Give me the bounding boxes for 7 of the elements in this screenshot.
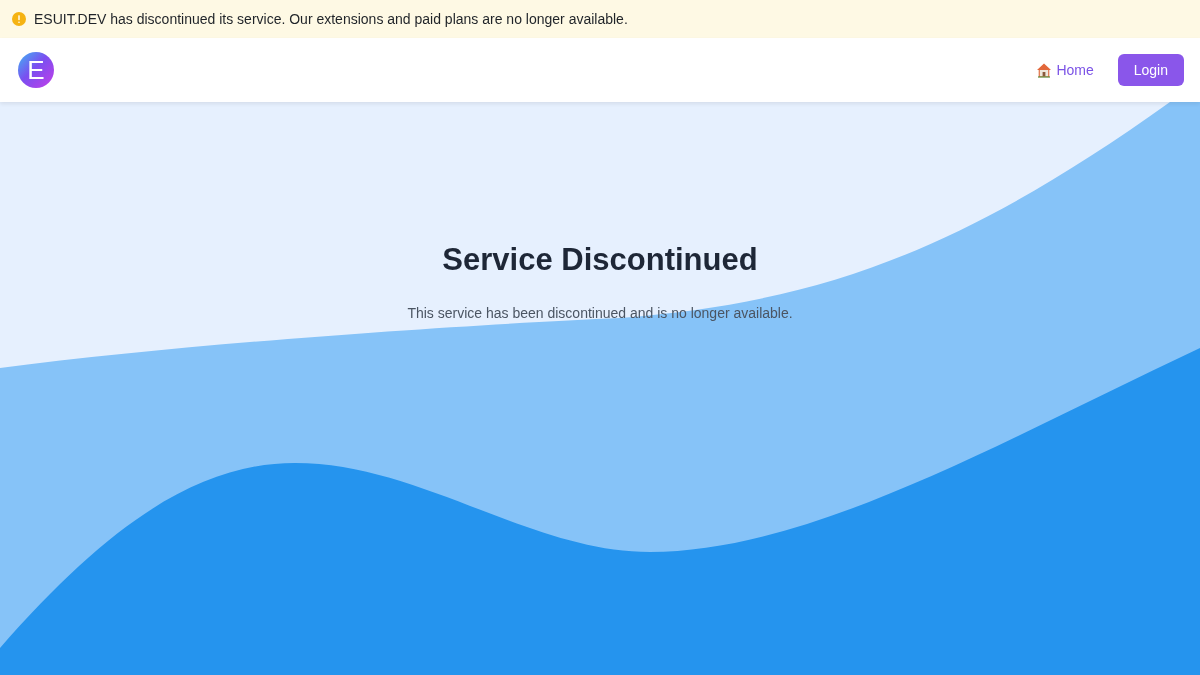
page-title: Service Discontinued	[442, 241, 758, 279]
notice-text: ESUIT.DEV has discontinued its service. Our extensions and paid plans are no longer available.	[34, 11, 628, 27]
logo[interactable]: E	[18, 52, 54, 88]
home-link[interactable]: Home	[1036, 62, 1094, 78]
warning-icon	[12, 12, 26, 26]
house-icon	[1036, 62, 1053, 78]
login-button[interactable]: Login	[1117, 54, 1184, 86]
